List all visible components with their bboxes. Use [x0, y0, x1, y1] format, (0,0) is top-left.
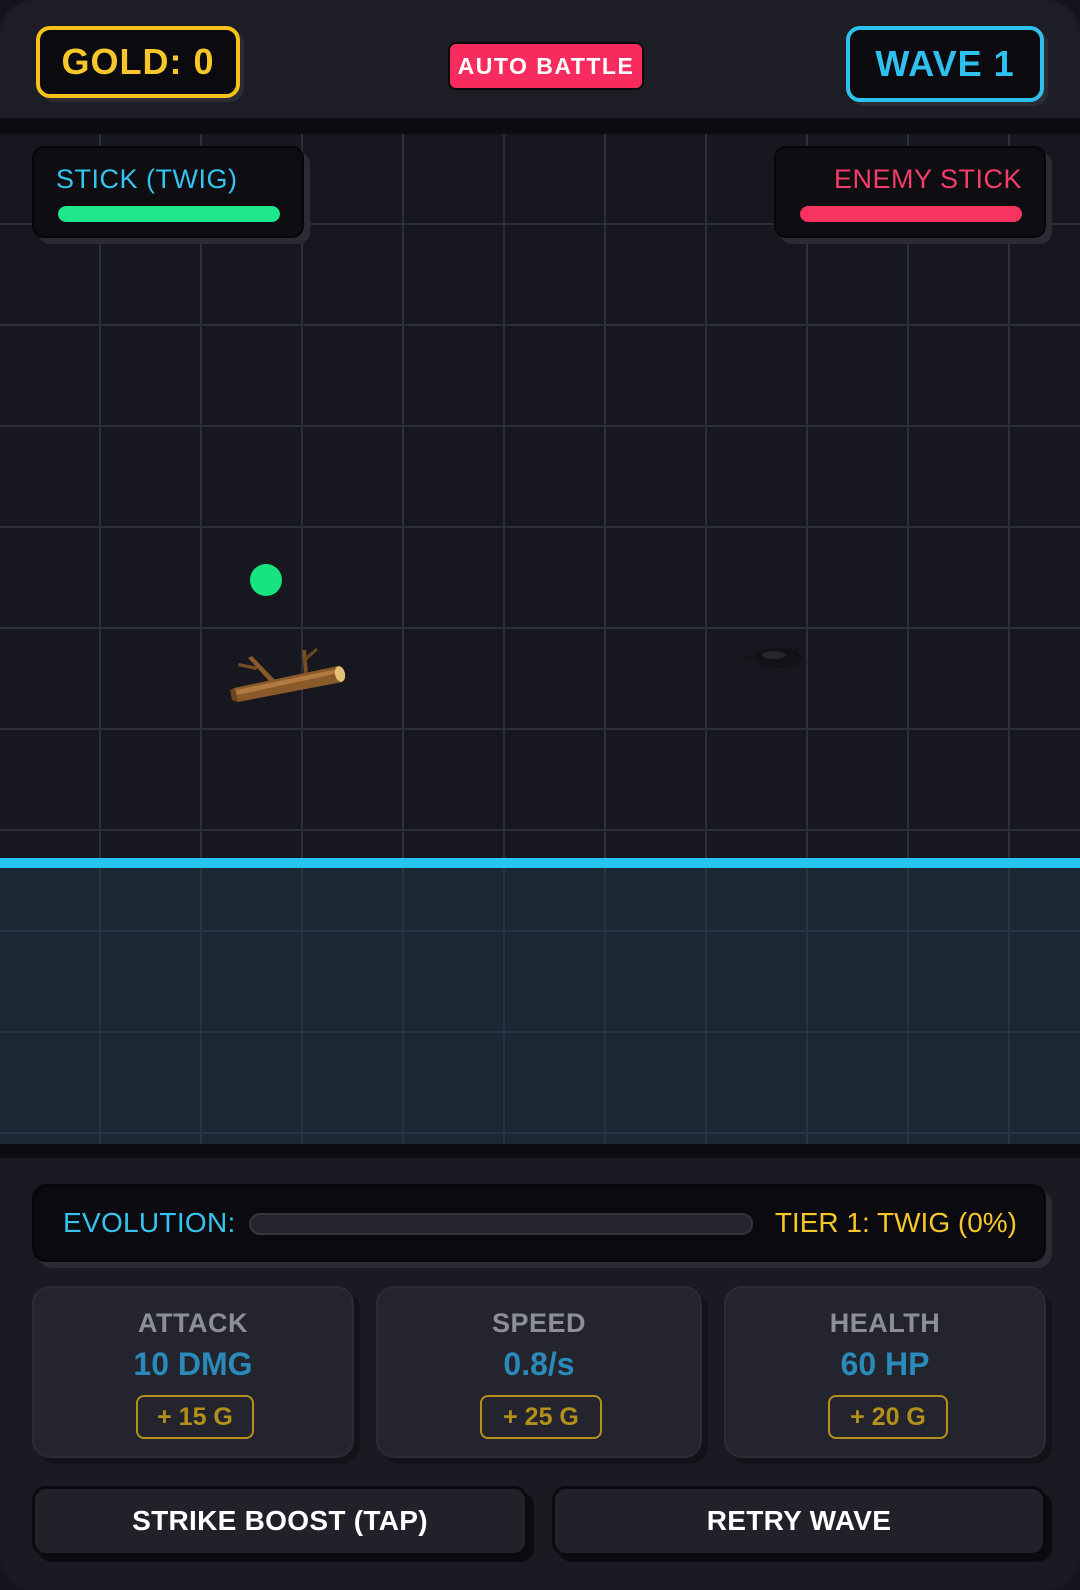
strike-boost-button[interactable]: STRIKE BOOST (TAP)	[32, 1486, 528, 1556]
upgrade-health-card[interactable]: HEALTH 60 HP + 20 G	[724, 1286, 1046, 1458]
player-status-card: STICK (TWIG)	[32, 146, 304, 238]
upgrade-speed-cost-button[interactable]: + 25 G	[480, 1395, 602, 1439]
ground-area	[0, 858, 1080, 1144]
upgrade-attack-value: 10 DMG	[133, 1346, 253, 1382]
evolution-bar: EVOLUTION: TIER 1: TWIG (0%)	[32, 1184, 1046, 1262]
enemy-name: ENEMY STICK	[833, 164, 1022, 194]
battle-arena[interactable]: STICK (TWIG) ENEMY STICK	[0, 134, 1080, 1144]
upgrade-speed-title: SPEED	[491, 1308, 587, 1338]
panel-divider	[0, 1144, 1080, 1158]
upgrade-health-title: HEALTH	[829, 1308, 941, 1338]
upgrade-attack-title: ATTACK	[138, 1308, 248, 1338]
player-health-fill	[58, 206, 280, 222]
control-panel: EVOLUTION: TIER 1: TWIG (0%) ATTACK 10 D…	[0, 1158, 1080, 1590]
enemy-stick-icon[interactable]	[740, 642, 806, 672]
enemy-status-card: ENEMY STICK	[774, 146, 1046, 238]
game-screen: GOLD: 0 AUTO BATTLE WAVE 1 STICK (TWIG) …	[0, 0, 1080, 1590]
top-hud: GOLD: 0 AUTO BATTLE WAVE 1	[0, 0, 1080, 118]
wave-counter: WAVE 1	[846, 26, 1044, 102]
player-health-bar	[58, 206, 280, 222]
upgrade-speed-card[interactable]: SPEED 0.8/s + 25 G	[376, 1286, 702, 1458]
upgrade-attack-cost-button[interactable]: + 15 G	[136, 1395, 254, 1439]
energy-orb[interactable]	[250, 564, 282, 596]
upgrade-speed-value: 0.8/s	[503, 1346, 575, 1382]
player-name: STICK (TWIG)	[56, 164, 238, 194]
upgrade-health-cost-button[interactable]: + 20 G	[828, 1395, 948, 1439]
hud-divider	[0, 118, 1080, 134]
auto-battle-button[interactable]: AUTO BATTLE	[448, 42, 644, 90]
retry-wave-button[interactable]: RETRY WAVE	[552, 1486, 1046, 1556]
evolution-label: EVOLUTION:	[63, 1207, 236, 1238]
evolution-tier: TIER 1: TWIG (0%)	[774, 1207, 1017, 1238]
evolution-progress-track	[249, 1213, 753, 1235]
upgrade-attack-card[interactable]: ATTACK 10 DMG + 15 G	[32, 1286, 354, 1458]
upgrade-health-value: 60 HP	[840, 1346, 930, 1382]
gold-counter: GOLD: 0	[36, 26, 240, 98]
player-stick-icon[interactable]	[228, 644, 352, 706]
enemy-health-fill	[800, 206, 1022, 222]
enemy-health-bar	[800, 206, 1022, 222]
ground-line	[0, 858, 1080, 868]
